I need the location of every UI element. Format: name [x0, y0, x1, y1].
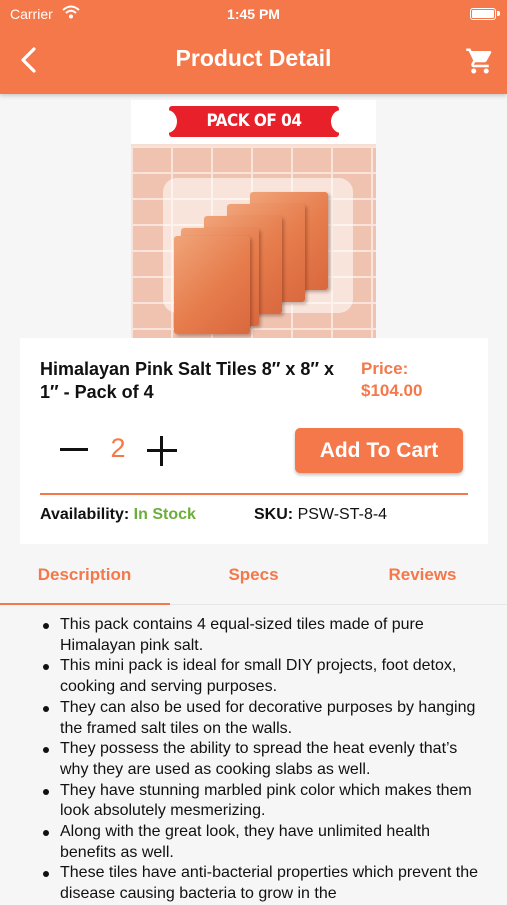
- page-title: Product Detail: [175, 45, 332, 71]
- status-bar: Carrier 1:45 PM: [0, 0, 507, 30]
- sku-label: SKU:: [254, 506, 294, 523]
- status-time: 1:45 PM: [227, 6, 280, 22]
- list-item: They possess the ability to spread the h…: [40, 739, 490, 780]
- add-to-cart-button[interactable]: Add To Cart: [295, 428, 463, 473]
- tab-description[interactable]: Description: [0, 565, 169, 585]
- battery-icon: [470, 8, 500, 20]
- salt-tile: [174, 236, 250, 334]
- sku-value: PSW-ST-8-4: [297, 506, 388, 523]
- cart-icon: [466, 48, 492, 74]
- active-tab-indicator: [0, 603, 170, 605]
- tab-specs[interactable]: Specs: [169, 565, 338, 585]
- list-item: They can also be used for decorative pur…: [40, 698, 490, 739]
- divider: [40, 493, 468, 495]
- list-item: This pack contains 4 equal-sized tiles m…: [40, 615, 490, 656]
- sku: SKU: PSW-ST-8-4: [254, 506, 387, 524]
- product-image[interactable]: PACK OF 04: [131, 100, 376, 338]
- product-tabs: Description Specs Reviews: [0, 553, 507, 605]
- list-item: They have stunning marbled pink color wh…: [40, 781, 490, 822]
- salt-brick-background: [131, 146, 376, 338]
- product-info-card: Himalayan Pink Salt Tiles 8″ x 8″ x 1″ -…: [20, 338, 488, 544]
- quantity-value: 2: [110, 433, 126, 463]
- pack-ribbon: PACK OF 04: [157, 106, 351, 137]
- pack-banner: PACK OF 04: [131, 100, 376, 144]
- list-item: This mini pack is ideal for small DIY pr…: [40, 656, 490, 697]
- list-item: These tiles have anti-bacterial properti…: [40, 863, 490, 904]
- quantity-increase-button[interactable]: [146, 435, 178, 467]
- price-value: $104.00: [361, 381, 423, 400]
- description-list: This pack contains 4 equal-sized tiles m…: [40, 615, 490, 905]
- list-item: Along with the great look, they have unl…: [40, 822, 490, 863]
- availability-label: Availability:: [40, 506, 130, 523]
- price-label: Price:: [361, 359, 409, 378]
- availability: Availability: In Stock: [40, 506, 196, 524]
- availability-status: In Stock: [133, 506, 196, 523]
- app-header: Carrier 1:45 PM Product Detail: [0, 0, 507, 94]
- cart-button[interactable]: [465, 46, 495, 76]
- product-name: Himalayan Pink Salt Tiles 8″ x 8″ x 1″ -…: [40, 359, 335, 402]
- tab-reviews[interactable]: Reviews: [338, 565, 507, 585]
- quantity-decrease-button[interactable]: [58, 436, 90, 464]
